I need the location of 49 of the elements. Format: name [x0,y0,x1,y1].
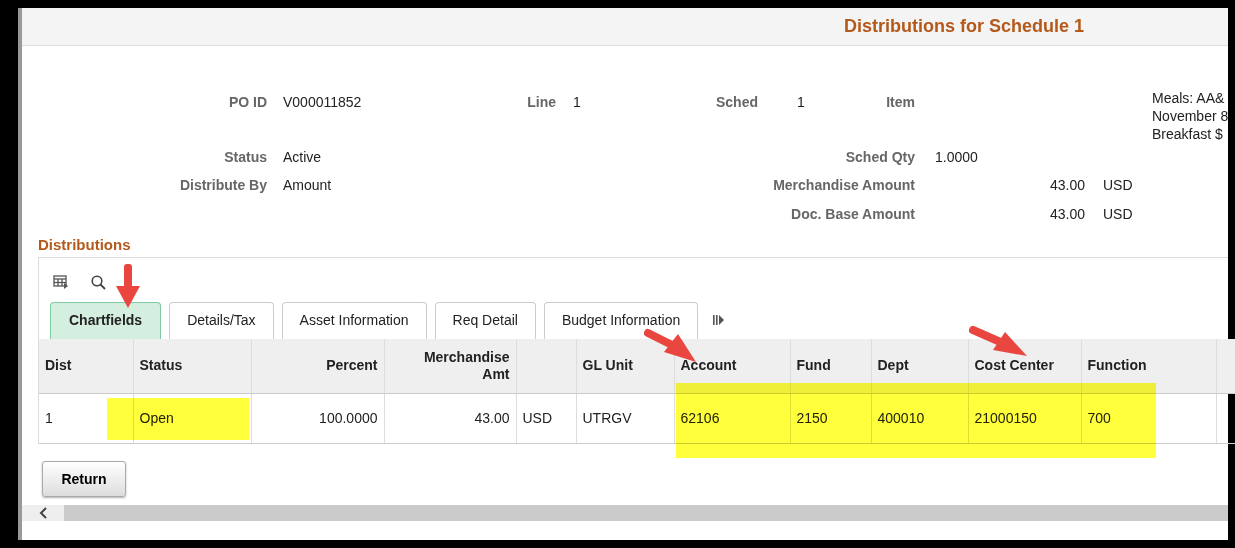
item-description: Meals: AA& November 8 Breakfast $ [1152,89,1228,143]
column-header: Cost Center [974,357,1054,375]
field-label: Status [223,148,267,167]
tab[interactable]: Asset Information [281,301,427,339]
annotation-arrow [969,326,1027,356]
column-header: GL Unit [582,357,633,375]
field-label: Merchandise Amount [772,176,915,195]
field-value: V000011852 [282,93,363,112]
tab[interactable]: Chartfields [50,301,162,339]
annotation-arrow [644,329,696,362]
column-header: Function [1087,357,1147,375]
currency: USD [1102,205,1134,224]
return-button[interactable]: Return [42,461,126,497]
field-label: PO ID [227,93,267,112]
currency: USD [1102,176,1134,195]
column-header: Dist [45,357,72,375]
table-cell: USD [516,393,576,444]
field-label: Sched [715,93,758,112]
page-title: Distributions for Schedule 1 [843,15,1084,38]
field-value: Amount [282,176,333,195]
field-label: Line [526,93,556,112]
table-cell: UTRGV [576,393,674,444]
field-label: Item [885,93,915,112]
tab[interactable]: Details/Tax [169,301,274,339]
scrollbar-thumb[interactable] [64,505,1228,521]
field-label: Distribute By [178,176,267,195]
tab[interactable]: Req Detail [434,301,536,339]
field-label: Doc. Base Amount [790,205,915,224]
column-header: Fund [796,357,831,375]
section-title: Distributions [38,235,132,255]
column-header: Percent [326,357,378,375]
amount-value: 43.00 [1048,176,1085,195]
field-value: 1 [572,93,582,112]
column-header: Dept [877,357,909,375]
search-icon[interactable] [91,274,106,290]
annotation-arrow [116,264,140,308]
amount-value: 43.00 [1048,205,1085,224]
column-header: Account [680,357,737,375]
grid-icon[interactable] [53,275,69,289]
field-value: 1.0000 [934,148,979,167]
field-value: Active [282,148,323,167]
field-value: 1 [796,93,806,112]
table-cell: 100.0000 [251,393,384,444]
show-more-tabs-icon[interactable] [712,312,727,327]
tab[interactable]: Budget Information [543,301,699,339]
column-header: Merchandise Amt [422,348,510,383]
table-cell: 43.00 [384,393,516,444]
field-label: Sched Qty [844,148,915,167]
column-header: Status [139,357,183,375]
